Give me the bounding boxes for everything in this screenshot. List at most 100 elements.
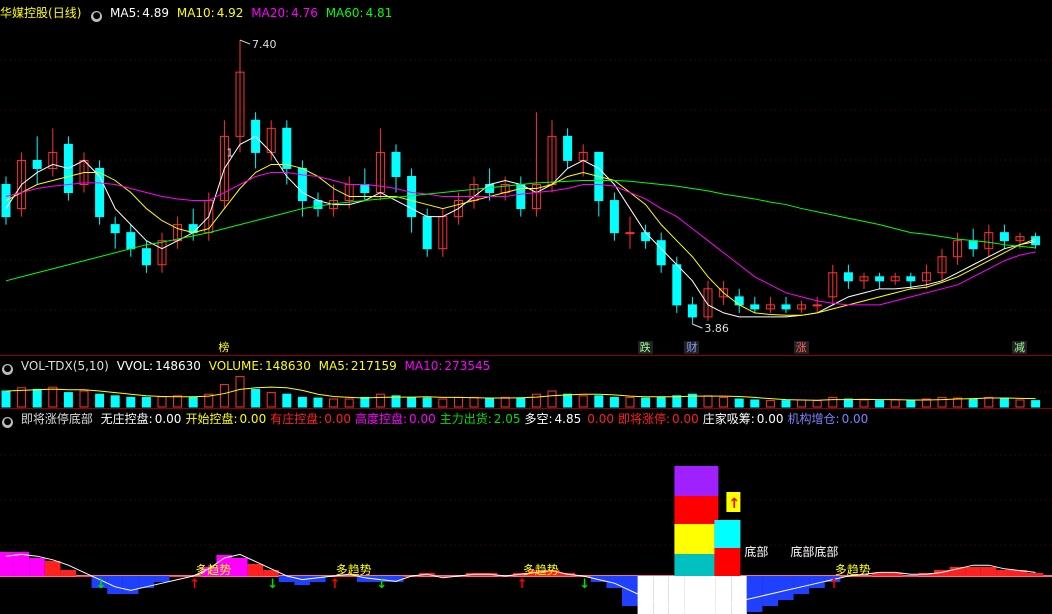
- indicator-bar-negative: [684, 576, 700, 614]
- volume-bar-down: [781, 400, 791, 408]
- chart-canvas: 7.403.861↑底部 底部底部多趋势↑多趋势↑多趋势↑多趋势↑↓ ↓ ↓ ↓: [0, 38, 1052, 614]
- event-tag[interactable]: 减: [1012, 341, 1027, 354]
- volume-bar-down: [750, 399, 760, 408]
- indicator-bar-positive: [247, 564, 264, 576]
- sell-arrow-icon: ↓: [376, 577, 387, 592]
- low-price-label: 3.86: [704, 322, 729, 335]
- event-tag[interactable]: 榜: [216, 341, 232, 354]
- volume-bar-up: [438, 398, 448, 408]
- indicator-bar-negative: [154, 576, 170, 582]
- volume-bar-up: [344, 398, 354, 408]
- event-tag[interactable]: 跌: [637, 341, 653, 354]
- event-tag[interactable]: 涨: [793, 341, 809, 354]
- volume-bar-up: [937, 396, 947, 408]
- candle-down: [407, 175, 417, 218]
- volume-bar-up: [812, 400, 822, 408]
- candle-down: [297, 167, 307, 202]
- candle-down: [609, 200, 619, 234]
- volume-bar-up: [173, 395, 183, 408]
- candle-down: [641, 232, 651, 242]
- volume-bar-down: [594, 395, 604, 408]
- indicator-bar-negative: [294, 576, 310, 585]
- up-arrow-icon: ↑: [728, 496, 740, 512]
- indicator-bar-positive: [169, 576, 186, 577]
- volume-bar-up: [578, 395, 588, 408]
- stack-block: [674, 496, 719, 524]
- indicator-bar-negative: [138, 576, 154, 588]
- stack-block: [674, 524, 719, 554]
- indicator-bar-positive: [13, 552, 30, 576]
- volume-bar-down: [188, 396, 198, 408]
- candle-down: [422, 216, 432, 250]
- volume-bar-up: [984, 396, 994, 408]
- candle-down: [391, 151, 401, 177]
- indicator-bar-negative: [653, 576, 669, 614]
- volume-bar-down: [1, 390, 11, 408]
- indicator-bar-positive: [60, 570, 76, 576]
- chart-stage: 华媒控股(日线) ● MA5: 4.89 MA10: 4.92 MA20: 4.76 …: [0, 0, 1052, 614]
- candle-down: [999, 232, 1009, 242]
- marker-one-label: 1: [226, 146, 233, 159]
- trend-label: 多趋势: [336, 563, 372, 577]
- indicator-bar-positive: [44, 561, 61, 576]
- volume-bar-down: [641, 397, 651, 408]
- volume-bar-down: [906, 400, 916, 408]
- candle-down: [750, 304, 760, 310]
- volume-bar-up: [453, 396, 463, 408]
- indicator-bar-negative: [107, 576, 123, 594]
- candle-down: [656, 240, 666, 266]
- volume-bar-down: [999, 397, 1009, 408]
- trend-label: 多趋势: [835, 563, 871, 577]
- candle-down: [672, 264, 682, 306]
- indicator-bar-negative: [793, 576, 810, 594]
- volume-bar-down: [63, 392, 73, 408]
- indicator-bar-positive: [1027, 573, 1044, 576]
- volume-bar-up: [890, 399, 900, 408]
- stack-block: [674, 554, 719, 576]
- candle-down: [32, 159, 42, 169]
- candle-down: [563, 135, 573, 161]
- volume-bar-up: [375, 393, 385, 408]
- indicator-bar-negative: [778, 576, 794, 600]
- buy-arrow-icon: ↑: [829, 577, 840, 592]
- volume-bar-up: [625, 396, 635, 408]
- indicator-bar-negative: [622, 576, 638, 606]
- volume-bar-up: [79, 390, 89, 408]
- high-pointer: [239, 39, 251, 45]
- indicator-bar-positive: [76, 576, 92, 577]
- volume-bar-down: [875, 400, 885, 408]
- indicator-bar-positive: [29, 558, 45, 576]
- high-price-label: 7.40: [252, 38, 277, 51]
- candle-down: [141, 248, 151, 266]
- event-tag[interactable]: 财: [684, 341, 700, 354]
- volume-bar-up: [859, 399, 869, 408]
- indicator-bar-positive: [965, 567, 981, 576]
- sell-arrow-icon: ↓: [579, 577, 590, 592]
- volume-bar-up: [828, 396, 838, 408]
- sell-arrow-icon: ↓: [96, 577, 107, 592]
- indicator-bar-negative: [731, 576, 747, 614]
- candle-down: [485, 184, 495, 194]
- volume-bar-up: [266, 392, 276, 408]
- volume-bar-up: [1015, 399, 1025, 408]
- volume-bar-down: [141, 396, 151, 408]
- volume-bar-up: [797, 399, 807, 408]
- volume-bar-down: [563, 393, 573, 408]
- volume-bar-up: [719, 396, 729, 408]
- indicator-bar-negative: [715, 576, 732, 614]
- candle-down: [110, 224, 120, 234]
- candle-down: [95, 167, 105, 218]
- candle-down: [282, 127, 292, 169]
- volume-bar-down: [734, 398, 744, 408]
- volume-bar-up: [469, 396, 479, 408]
- candle-down: [875, 276, 885, 282]
- candle-down: [126, 232, 136, 250]
- candle-down: [687, 304, 697, 318]
- volume-bar-up: [48, 386, 58, 408]
- volume-bar-up: [531, 393, 541, 408]
- bottom-label: 底部: [744, 544, 768, 559]
- volume-bar-down: [297, 396, 307, 408]
- candle-down: [906, 276, 916, 282]
- bottom-label: 底部底部: [790, 544, 838, 559]
- volume-bar-down: [968, 398, 978, 408]
